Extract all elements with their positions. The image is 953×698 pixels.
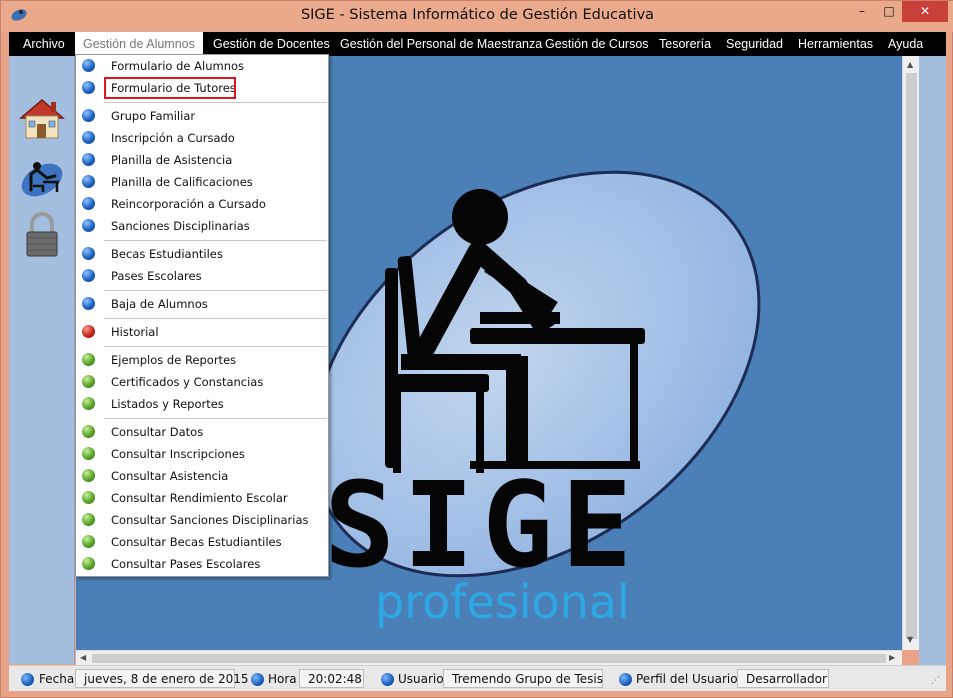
bullet-blue-icon [82, 109, 95, 122]
hora-label: Hora [268, 672, 297, 686]
bullet-green-icon [82, 447, 95, 460]
perfil-value: Desarrollador [737, 669, 829, 688]
menu-item-baja-alumnos[interactable]: Baja de Alumnos [76, 293, 328, 315]
menu-item-consultar-sanciones[interactable]: Consultar Sanciones Disciplinarias [76, 509, 328, 531]
menu-item-certificados[interactable]: Certificados y Constancias [76, 371, 328, 393]
menu-gestion-alumnos[interactable]: Gestión de Alumnos [75, 32, 203, 56]
menu-item-planilla-asistencia[interactable]: Planilla de Asistencia [76, 149, 328, 171]
highlight-box [104, 77, 236, 99]
menu-item-planilla-calificaciones[interactable]: Planilla de Calificaciones [76, 171, 328, 193]
menu-separator [104, 346, 327, 347]
menu-bar: Archivo Gestión de Alumnos Gestión de Do… [9, 32, 946, 56]
menu-seguridad[interactable]: Seguridad [726, 32, 783, 56]
bullet-red-icon [82, 325, 95, 338]
left-toolbar [9, 56, 75, 664]
menu-ayuda[interactable]: Ayuda [888, 32, 923, 56]
menu-separator [104, 318, 327, 319]
right-panel [919, 56, 946, 665]
bullet-blue-icon [82, 297, 95, 310]
bullet-blue-icon [82, 153, 95, 166]
menu-item-reincorporacion[interactable]: Reincorporación a Cursado [76, 193, 328, 215]
bullet-green-icon [82, 425, 95, 438]
scroll-left-icon[interactable]: ◀ [80, 653, 86, 662]
menu-item-formulario-alumnos[interactable]: Formulario de Alumnos [76, 55, 328, 77]
usuario-value: Tremendo Grupo de Tesis [443, 669, 603, 688]
logo-subtitle: profesional [375, 575, 630, 629]
menu-tesoreria[interactable]: Tesorería [659, 32, 711, 56]
menu-item-pases[interactable]: Pases Escolares [76, 265, 328, 287]
fecha-value: jueves, 8 de enero de 2015 [75, 669, 249, 688]
bullet-green-icon [82, 375, 95, 388]
menu-item-consultar-asistencia[interactable]: Consultar Asistencia [76, 465, 328, 487]
bullet-blue-icon [82, 197, 95, 210]
gestion-alumnos-dropdown: Formulario de Alumnos Formulario de Tuto… [75, 54, 329, 577]
resize-grip-icon[interactable]: ⋰ [931, 676, 940, 686]
bullet-blue-icon [82, 269, 95, 282]
menu-item-grupo-familiar[interactable]: Grupo Familiar [76, 105, 328, 127]
menu-item-consultar-datos[interactable]: Consultar Datos [76, 421, 328, 443]
menu-item-listados[interactable]: Listados y Reportes [76, 393, 328, 415]
clock-icon [251, 673, 264, 686]
vertical-scrollbar[interactable]: ▲ ▼ [902, 56, 919, 650]
scroll-right-icon[interactable]: ▶ [889, 653, 895, 662]
menu-item-becas[interactable]: Becas Estudiantiles [76, 243, 328, 265]
menu-herramientas[interactable]: Herramientas [798, 32, 873, 56]
bullet-blue-icon [82, 81, 95, 94]
bullet-green-icon [82, 397, 95, 410]
menu-gestion-personal[interactable]: Gestión del Personal de Maestranza [340, 32, 542, 56]
bullet-green-icon [82, 535, 95, 548]
horizontal-scrollbar[interactable]: ◀ ▶ [76, 650, 902, 665]
menu-separator [104, 290, 327, 291]
minimize-button[interactable]: – [848, 1, 876, 22]
status-bar: Fecha jueves, 8 de enero de 2015 Hora 20… [9, 665, 946, 691]
usuario-label: Usuario [398, 672, 444, 686]
bullet-blue-icon [82, 131, 95, 144]
perfil-label: Perfil del Usuario [636, 672, 738, 686]
title-bar: SIGE - Sistema Informático de Gestión Ed… [1, 1, 953, 32]
fecha-label: Fecha [39, 672, 75, 686]
bullet-blue-icon [82, 219, 95, 232]
menu-item-sanciones[interactable]: Sanciones Disciplinarias [76, 215, 328, 237]
close-button[interactable]: ✕ [902, 1, 948, 22]
bullet-blue-icon [82, 59, 95, 72]
user-icon [381, 673, 394, 686]
menu-separator [104, 102, 327, 103]
app-window: SIGE - Sistema Informático de Gestión Ed… [0, 0, 953, 698]
bullet-blue-icon [82, 175, 95, 188]
menu-item-ejemplos-reportes[interactable]: Ejemplos de Reportes [76, 349, 328, 371]
bullet-green-icon [82, 469, 95, 482]
padlock-icon[interactable] [17, 210, 67, 260]
menu-gestion-cursos[interactable]: Gestión de Cursos [545, 32, 649, 56]
menu-item-consultar-inscripciones[interactable]: Consultar Inscripciones [76, 443, 328, 465]
menu-separator [104, 240, 327, 241]
menu-archivo[interactable]: Archivo [23, 32, 65, 56]
vertical-scroll-thumb[interactable] [906, 73, 917, 639]
menu-item-consultar-rendimiento[interactable]: Consultar Rendimiento Escolar [76, 487, 328, 509]
scroll-up-icon[interactable]: ▲ [907, 60, 913, 69]
student-desk-icon[interactable] [17, 152, 67, 202]
bullet-green-icon [82, 513, 95, 526]
menu-item-historial[interactable]: Historial [76, 321, 328, 343]
house-icon[interactable] [17, 94, 67, 144]
profile-icon [619, 673, 632, 686]
menu-item-consultar-becas[interactable]: Consultar Becas Estudiantiles [76, 531, 328, 553]
menu-item-inscripcion-cursado[interactable]: Inscripción a Cursado [76, 127, 328, 149]
menu-separator [104, 418, 327, 419]
menu-item-consultar-pases[interactable]: Consultar Pases Escolares [76, 553, 328, 575]
bullet-green-icon [82, 491, 95, 504]
maximize-button[interactable]: □ [876, 1, 902, 22]
bullet-blue-icon [82, 247, 95, 260]
menu-gestion-docentes[interactable]: Gestión de Docentes [213, 32, 330, 56]
window-title: SIGE - Sistema Informático de Gestión Ed… [300, 7, 655, 23]
hora-value: 20:02:48 [299, 669, 364, 688]
scroll-down-icon[interactable]: ▼ [907, 635, 913, 644]
horizontal-scroll-thumb[interactable] [92, 654, 886, 663]
logo-word: SIGE [324, 456, 640, 594]
date-icon [21, 673, 34, 686]
bullet-green-icon [82, 557, 95, 570]
bullet-green-icon [82, 353, 95, 366]
